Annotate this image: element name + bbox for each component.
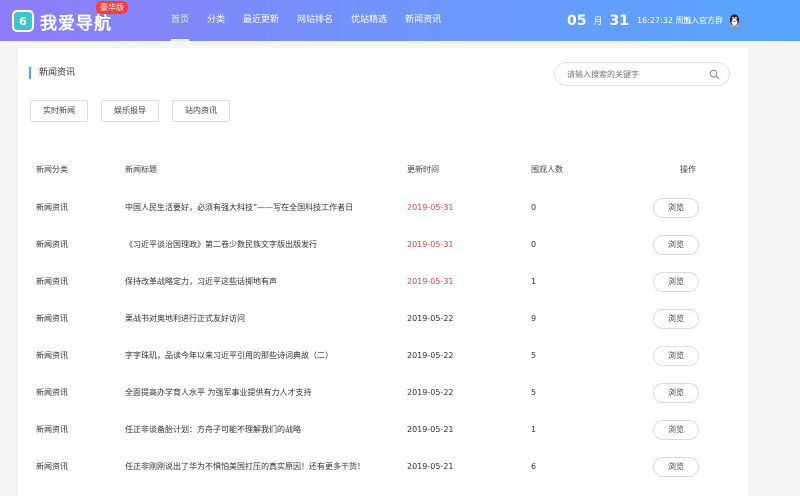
row-action-cell: 浏览 xyxy=(653,337,748,374)
site-logo[interactable]: 6 我爱导航 豪华版 xyxy=(12,1,128,34)
row-views: 0 xyxy=(531,203,537,212)
column-header-date: 更新时间 xyxy=(407,164,439,174)
row-category: 新闻资讯 xyxy=(36,462,68,471)
news-tab-button[interactable]: 站内资讯 xyxy=(172,100,230,122)
nav-item[interactable]: 新闻资讯 xyxy=(396,0,450,41)
browse-button[interactable]: 浏览 xyxy=(653,234,699,255)
row-action-cell: 浏览 xyxy=(653,226,748,263)
news-table: 新闻分类 新闻标题 更新时间 围观人数 操作 新闻资讯 中国人民生活要好，必须有强… xyxy=(18,149,748,485)
nav-item[interactable]: 最近更新 xyxy=(234,0,288,41)
row-action-cell: 浏览 xyxy=(653,189,748,226)
browse-button[interactable]: 浏览 xyxy=(653,271,699,292)
row-title[interactable]: 字字珠玑，品读今年以来习近平引用的那些诗词典故（二） xyxy=(125,337,407,374)
table-header-row: 新闻分类 新闻标题 更新时间 围观人数 操作 xyxy=(18,149,748,189)
search-box xyxy=(554,62,730,86)
row-views: 1 xyxy=(531,425,537,434)
column-header-title: 新闻标题 xyxy=(125,164,157,174)
table-row: 新闻资讯 任正非刚刚说出了华为不惧怕美国打压的真实原因！还有更多干货！ 2019-0… xyxy=(18,448,748,485)
row-date: 2019-05-22 xyxy=(407,388,454,397)
news-panel: 新闻资讯 实时新闻娱乐报导站内资讯 新闻分类 新闻标题 更新时间 围观人数 操作… xyxy=(18,48,748,496)
row-title[interactable]: 栗战书对奥地利进行正式友好访问 xyxy=(125,300,407,337)
search-input[interactable] xyxy=(567,66,707,82)
row-title[interactable]: 任正非刚刚说出了华为不惧怕美国打压的真实原因！还有更多干货！ xyxy=(125,448,407,485)
row-category: 新闻资讯 xyxy=(36,240,68,249)
row-title[interactable]: 全面提高办学育人水平 为强军事业提供有力人才支持 xyxy=(125,374,407,411)
table-row: 新闻资讯 保持改革战略定力，习近平这些话掷地有声 2019-05-31 1 浏览 xyxy=(18,263,748,300)
table-row: 新闻资讯 《习近平谈治国理政》第二卷少数民族文字版出版发行 2019-05-31 0 浏… xyxy=(18,226,748,263)
browse-button[interactable]: 浏览 xyxy=(653,419,699,440)
browse-button[interactable]: 浏览 xyxy=(653,382,699,403)
row-date: 2019-05-22 xyxy=(407,351,454,360)
nav-item[interactable]: 首页 xyxy=(162,0,198,41)
row-category: 新闻资讯 xyxy=(36,277,68,286)
row-category: 新闻资讯 xyxy=(36,203,68,212)
table-row: 新闻资讯 中国人民生活要好，必须有强大科技”——写在全国科技工作者日 2019-05… xyxy=(18,189,748,226)
row-category: 新闻资讯 xyxy=(36,314,68,323)
browse-button[interactable]: 浏览 xyxy=(653,308,699,329)
nav-item[interactable]: 分类 xyxy=(198,0,234,41)
row-date: 2019-05-21 xyxy=(407,462,454,471)
row-action-cell: 浏览 xyxy=(653,448,748,485)
browse-button[interactable]: 浏览 xyxy=(653,197,699,218)
date-display: 05 月 31 16:27:32 周五 xyxy=(567,0,691,41)
row-title[interactable]: 《习近平谈治国理政》第二卷少数民族文字版出版发行 xyxy=(125,226,407,263)
row-date: 2019-05-31 xyxy=(407,277,454,286)
row-date: 2019-05-22 xyxy=(407,314,454,323)
table-row: 新闻资讯 栗战书对奥地利进行正式友好访问 2019-05-22 9 浏览 xyxy=(18,300,748,337)
qq-penguin-icon[interactable] xyxy=(728,13,741,27)
row-views: 6 xyxy=(531,462,537,471)
row-category: 新闻资讯 xyxy=(36,351,68,360)
row-action-cell: 浏览 xyxy=(653,411,748,448)
news-type-tabs: 实时新闻 娱乐报导 站内资讯 xyxy=(30,100,243,122)
browse-button[interactable]: 浏览 xyxy=(653,345,699,366)
row-date: 2019-05-31 xyxy=(407,240,454,249)
row-category: 新闻资讯 xyxy=(36,425,68,434)
date-day: 31 xyxy=(609,12,629,29)
row-views: 0 xyxy=(531,240,537,249)
news-tab-button[interactable]: 娱乐报导 xyxy=(101,100,159,122)
logo-badge: 豪华版 xyxy=(96,1,128,14)
column-header-action: 操作 xyxy=(680,164,696,174)
news-tab-button[interactable]: 实时新闻 xyxy=(30,100,88,122)
row-action-cell: 浏览 xyxy=(653,374,748,411)
page-title: 新闻资讯 xyxy=(29,67,75,79)
logo-mark-icon: 6 xyxy=(12,10,34,32)
table-row: 新闻资讯 字字珠玑，品读今年以来习近平引用的那些诗词典故（二） 2019-05-22… xyxy=(18,337,748,374)
row-date: 2019-05-31 xyxy=(407,203,454,212)
row-date: 2019-05-21 xyxy=(407,425,454,434)
row-action-cell: 浏览 xyxy=(653,300,748,337)
table-row: 新闻资讯 任正非谈备胎计划：方舟子可能不理解我们的战略 2019-05-21 1 浏览 xyxy=(18,411,748,448)
table-row: 新闻资讯 全面提高办学育人水平 为强军事业提供有力人才支持 2019-05-22 5 浏… xyxy=(18,374,748,411)
nav-item[interactable]: 优站精选 xyxy=(342,0,396,41)
column-header-views: 围观人数 xyxy=(531,164,563,174)
column-header-category: 新闻分类 xyxy=(36,164,68,174)
top-header: 6 我爱导航 豪华版 首页 分类 最近更新 网站排名 优站精选 新闻资讯 05 月 31 … xyxy=(0,0,800,41)
browse-button[interactable]: 浏览 xyxy=(653,456,699,477)
row-views: 5 xyxy=(531,351,537,360)
row-title[interactable]: 保持改革战略定力，习近平这些话掷地有声 xyxy=(125,263,407,300)
main-nav: 首页 分类 最近更新 网站排名 优站精选 新闻资讯 xyxy=(162,0,450,41)
row-views: 1 xyxy=(531,277,537,286)
join-group-link[interactable]: 加入官方群 xyxy=(683,0,723,41)
search-icon[interactable] xyxy=(709,69,720,80)
date-month: 05 xyxy=(567,12,587,29)
row-views: 9 xyxy=(531,314,537,323)
row-title[interactable]: 任正非谈备胎计划：方舟子可能不理解我们的战略 xyxy=(125,411,407,448)
row-category: 新闻资讯 xyxy=(36,388,68,397)
row-action-cell: 浏览 xyxy=(653,263,748,300)
nav-item[interactable]: 网站排名 xyxy=(288,0,342,41)
row-title[interactable]: 中国人民生活要好，必须有强大科技”——写在全国科技工作者日 xyxy=(125,189,407,226)
date-month-unit: 月 xyxy=(593,17,603,27)
row-views: 5 xyxy=(531,388,537,397)
